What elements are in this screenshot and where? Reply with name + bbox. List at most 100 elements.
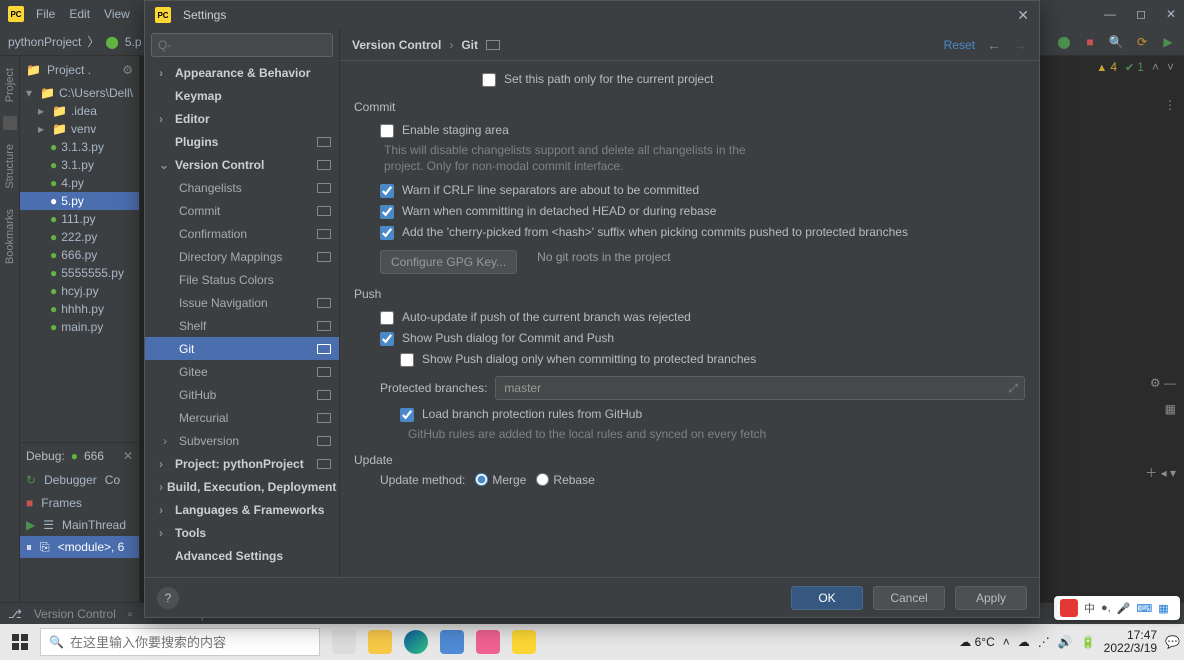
taskbar-search-input[interactable]	[70, 635, 311, 650]
gear-icon[interactable]: ⚙ —	[1150, 376, 1176, 390]
cancel-button[interactable]: Cancel	[873, 586, 945, 610]
forward-icon[interactable]: →	[1013, 37, 1027, 53]
strip-icon[interactable]	[3, 116, 17, 130]
maximize-icon[interactable]: ◻	[1136, 7, 1146, 21]
minimize-icon[interactable]: —	[1104, 7, 1116, 21]
menu-file[interactable]: File	[36, 7, 55, 21]
menu-edit[interactable]: Edit	[69, 7, 90, 21]
check-show-push-protected[interactable]	[400, 353, 414, 367]
breadcrumb-file[interactable]: 5.p	[125, 35, 142, 49]
menu-view[interactable]: View	[104, 7, 130, 21]
pycharm-task-icon[interactable]	[512, 630, 536, 654]
help-button[interactable]: ?	[157, 587, 179, 609]
tab-debugger[interactable]: Debugger	[44, 473, 97, 487]
radio-merge[interactable]: Merge	[475, 473, 526, 487]
nav-appearance[interactable]: ›Appearance & Behavior	[145, 61, 339, 84]
project-settings-icon[interactable]: ⚙	[122, 63, 133, 77]
nav-vc-mercurial[interactable]: Mercurial	[145, 406, 339, 429]
more-icon[interactable]: ⋮	[1164, 98, 1176, 112]
nav-vc-dirmap[interactable]: Directory Mappings	[145, 245, 339, 268]
tray-speaker-icon[interactable]: 🔊	[1058, 635, 1073, 649]
check-cherry-pick[interactable]	[380, 226, 394, 240]
debug-close-icon[interactable]: ✕	[123, 449, 133, 463]
project-header[interactable]: Project .	[47, 63, 91, 77]
rerun-icon[interactable]: ↻	[26, 473, 36, 487]
tree-file[interactable]: 4.py	[61, 176, 84, 190]
nav-vc-changelists[interactable]: Changelists	[145, 176, 339, 199]
dialog-close-icon[interactable]: ✕	[1017, 7, 1029, 24]
stop-icon[interactable]: ■	[26, 496, 33, 510]
nav-version-control[interactable]: ⌄Version Control	[145, 153, 339, 176]
back-icon[interactable]: ←	[987, 37, 1001, 53]
thread-label[interactable]: MainThread	[62, 518, 133, 532]
check-auto-update[interactable]	[380, 311, 394, 325]
nav-vc-gitee[interactable]: Gitee	[145, 360, 339, 383]
check-show-push-dialog[interactable]	[380, 332, 394, 346]
tree-file[interactable]: main.py	[61, 320, 103, 334]
input-protected-branches[interactable]: master ⤢	[495, 376, 1025, 400]
sync-icon[interactable]: ⟳	[1134, 34, 1150, 50]
radio-rebase[interactable]: Rebase	[536, 473, 594, 487]
reset-link[interactable]: Reset	[944, 38, 975, 52]
ime-toolbar[interactable]: 中●,🎤⌨▦	[1054, 596, 1180, 620]
tree-file[interactable]: 5555555.py	[61, 266, 124, 280]
nav-languages[interactable]: ›Languages & Frameworks	[145, 498, 339, 521]
run-icon[interactable]: ▶	[1160, 34, 1176, 50]
check-set-path-only[interactable]	[482, 73, 496, 87]
nav-project[interactable]: ›Project: pythonProject	[145, 452, 339, 475]
check-warn-detached[interactable]	[380, 205, 394, 219]
nav-vc-commit[interactable]: Commit	[145, 199, 339, 222]
inspection-warnings[interactable]: ▲ 4	[1096, 60, 1117, 74]
nav-editor[interactable]: ›Editor	[145, 107, 339, 130]
check-enable-staging[interactable]	[380, 124, 394, 138]
tree-file[interactable]: 111.py	[61, 212, 95, 226]
add-watch-icon[interactable]: ＋ ◂ ▾	[1145, 464, 1176, 481]
strip-bookmarks[interactable]: Bookmarks	[4, 203, 16, 270]
nav-plugins[interactable]: Plugins	[145, 130, 339, 153]
tree-root[interactable]: C:\Users\Dell\	[59, 86, 133, 100]
ok-button[interactable]: OK	[791, 586, 863, 610]
nav-vc-git[interactable]: Git	[145, 337, 339, 360]
footer-vc[interactable]: Version Control	[34, 607, 116, 621]
tree-folder[interactable]: .idea	[71, 104, 97, 118]
nav-vc-github[interactable]: GitHub	[145, 383, 339, 406]
crumb-vc[interactable]: Version Control	[352, 38, 441, 52]
notification-icon[interactable]: 💬	[1165, 635, 1180, 649]
nav-advanced[interactable]: Advanced Settings	[145, 544, 339, 567]
nav-vc-filestatus[interactable]: File Status Colors	[145, 268, 339, 291]
tree-file[interactable]: hcyj.py	[61, 284, 98, 298]
apply-button[interactable]: Apply	[955, 586, 1027, 610]
nav-bed[interactable]: ›Build, Execution, Deployment	[145, 475, 339, 498]
crumb-git[interactable]: Git	[461, 38, 478, 52]
tree-file-selected[interactable]: 5.py	[61, 194, 84, 208]
tree-file[interactable]: hhhh.py	[61, 302, 104, 316]
tray-battery-icon[interactable]: 🔋	[1081, 635, 1096, 649]
nav-vc-shelf[interactable]: Shelf	[145, 314, 339, 337]
expand-icon[interactable]: ⤢	[1008, 381, 1018, 396]
taskbar-search[interactable]: 🔍	[40, 628, 320, 656]
stop-icon[interactable]: ■	[1082, 34, 1098, 50]
snip-icon[interactable]	[476, 630, 500, 654]
tray-wifi-icon[interactable]: ⋰	[1038, 635, 1050, 649]
check-load-rules[interactable]	[400, 408, 414, 422]
file-icon[interactable]	[440, 630, 464, 654]
tab-console[interactable]: Co	[105, 473, 120, 487]
frame-module[interactable]: <module>, 6	[58, 540, 133, 554]
tray-date[interactable]: 2022/3/19	[1104, 642, 1157, 655]
nav-tools[interactable]: ›Tools	[145, 521, 339, 544]
resume-icon[interactable]: ▶	[26, 518, 35, 532]
strip-structure[interactable]: Structure	[4, 138, 16, 195]
chevron-up-icon[interactable]: ˄	[1152, 60, 1159, 74]
close-icon[interactable]: ✕	[1166, 7, 1176, 21]
weather-widget[interactable]: ☁ 6°C	[959, 635, 994, 649]
chevron-down-icon[interactable]: ˅	[1167, 60, 1174, 74]
tree-file[interactable]: 3.1.py	[61, 158, 94, 172]
inspection-ok[interactable]: ✔ 1	[1125, 60, 1144, 74]
pause-icon[interactable]: ⏸	[26, 540, 32, 555]
tree-file[interactable]: 666.py	[61, 248, 97, 262]
task-view-icon[interactable]	[332, 630, 356, 654]
configure-gpg-button[interactable]: Configure GPG Key...	[380, 250, 517, 274]
debug-config[interactable]: 666	[84, 449, 104, 463]
tray-chevron-icon[interactable]: ˄	[1003, 635, 1010, 649]
tray-cloud-icon[interactable]: ☁	[1018, 635, 1030, 649]
